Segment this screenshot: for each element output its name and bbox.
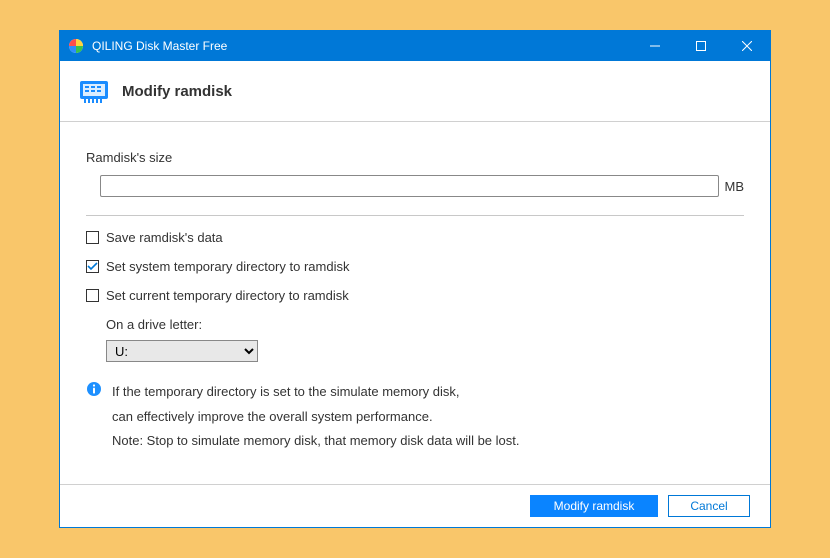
info-line-2: can effectively improve the overall syst… xyxy=(112,405,520,430)
info-icon xyxy=(86,381,102,397)
maximize-button[interactable] xyxy=(678,31,724,61)
close-icon xyxy=(742,41,752,51)
checkbox-current-temp[interactable] xyxy=(86,289,99,302)
size-input[interactable] xyxy=(100,175,719,197)
checkbox-save-data-label: Save ramdisk's data xyxy=(106,230,223,245)
modify-ramdisk-button[interactable]: Modify ramdisk xyxy=(530,495,658,517)
size-row: MB xyxy=(86,175,744,197)
content-area: Ramdisk's size MB Save ramdisk's data Se… xyxy=(60,122,770,484)
checkbox-system-temp[interactable] xyxy=(86,260,99,273)
size-label: Ramdisk's size xyxy=(86,150,744,165)
minimize-button[interactable] xyxy=(632,31,678,61)
app-icon xyxy=(68,38,84,54)
titlebar-text: QILING Disk Master Free xyxy=(92,39,632,53)
titlebar: QILING Disk Master Free xyxy=(60,31,770,61)
checkbox-system-temp-row[interactable]: Set system temporary directory to ramdis… xyxy=(86,259,744,274)
checkbox-save-data[interactable] xyxy=(86,231,99,244)
drive-letter-label: On a drive letter: xyxy=(106,317,744,332)
app-window: QILING Disk Master Free xyxy=(59,30,771,528)
header-section: Modify ramdisk xyxy=(60,61,770,122)
checkbox-current-temp-label: Set current temporary directory to ramdi… xyxy=(106,288,349,303)
footer: Modify ramdisk Cancel xyxy=(60,484,770,527)
minimize-icon xyxy=(650,41,660,51)
drive-letter-select[interactable]: U: xyxy=(106,340,258,362)
info-line-1: If the temporary directory is set to the… xyxy=(112,380,520,405)
info-line-3: Note: Stop to simulate memory disk, that… xyxy=(112,429,520,454)
window-controls xyxy=(632,31,770,61)
checkbox-current-temp-row[interactable]: Set current temporary directory to ramdi… xyxy=(86,288,744,303)
info-section: If the temporary directory is set to the… xyxy=(86,380,744,454)
maximize-icon xyxy=(696,41,706,51)
checkbox-save-data-row[interactable]: Save ramdisk's data xyxy=(86,230,744,245)
cancel-button[interactable]: Cancel xyxy=(668,495,750,517)
page-title: Modify ramdisk xyxy=(122,83,232,100)
divider xyxy=(86,215,744,216)
ramdisk-icon xyxy=(78,75,110,107)
info-text: If the temporary directory is set to the… xyxy=(112,380,520,454)
size-unit: MB xyxy=(725,179,745,194)
close-button[interactable] xyxy=(724,31,770,61)
drive-section: On a drive letter: U: xyxy=(86,317,744,362)
checkbox-system-temp-label: Set system temporary directory to ramdis… xyxy=(106,259,349,274)
